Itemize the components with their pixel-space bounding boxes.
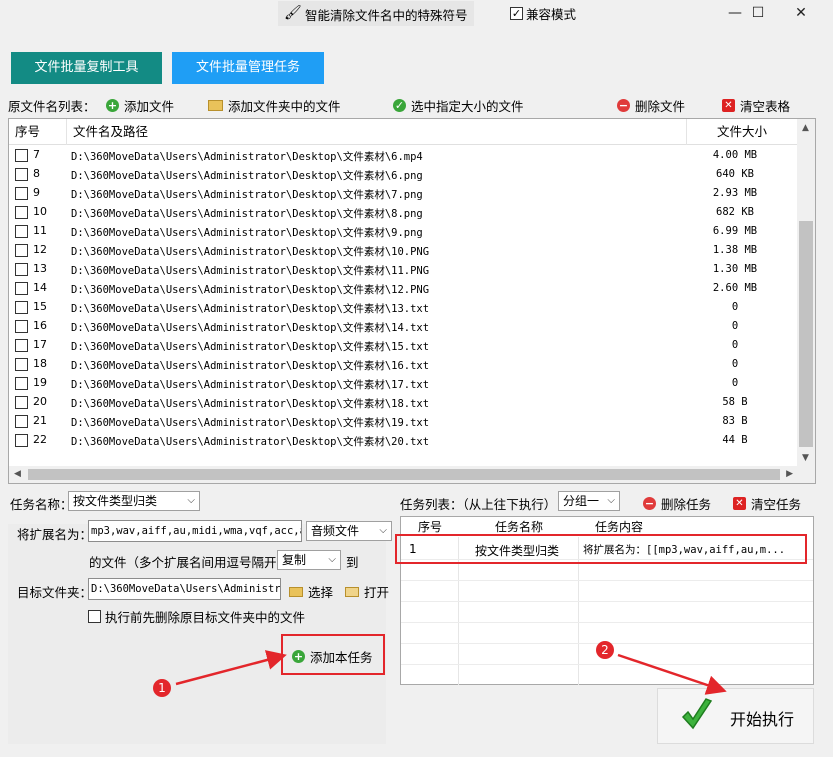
annotation-arrows (175, 650, 727, 695)
annotation-arrow-1 (175, 650, 287, 686)
annotation-marker-1: 1 (153, 679, 171, 697)
annotation-arrow-2 (617, 653, 727, 695)
annotation-marker-2: 2 (596, 641, 614, 659)
